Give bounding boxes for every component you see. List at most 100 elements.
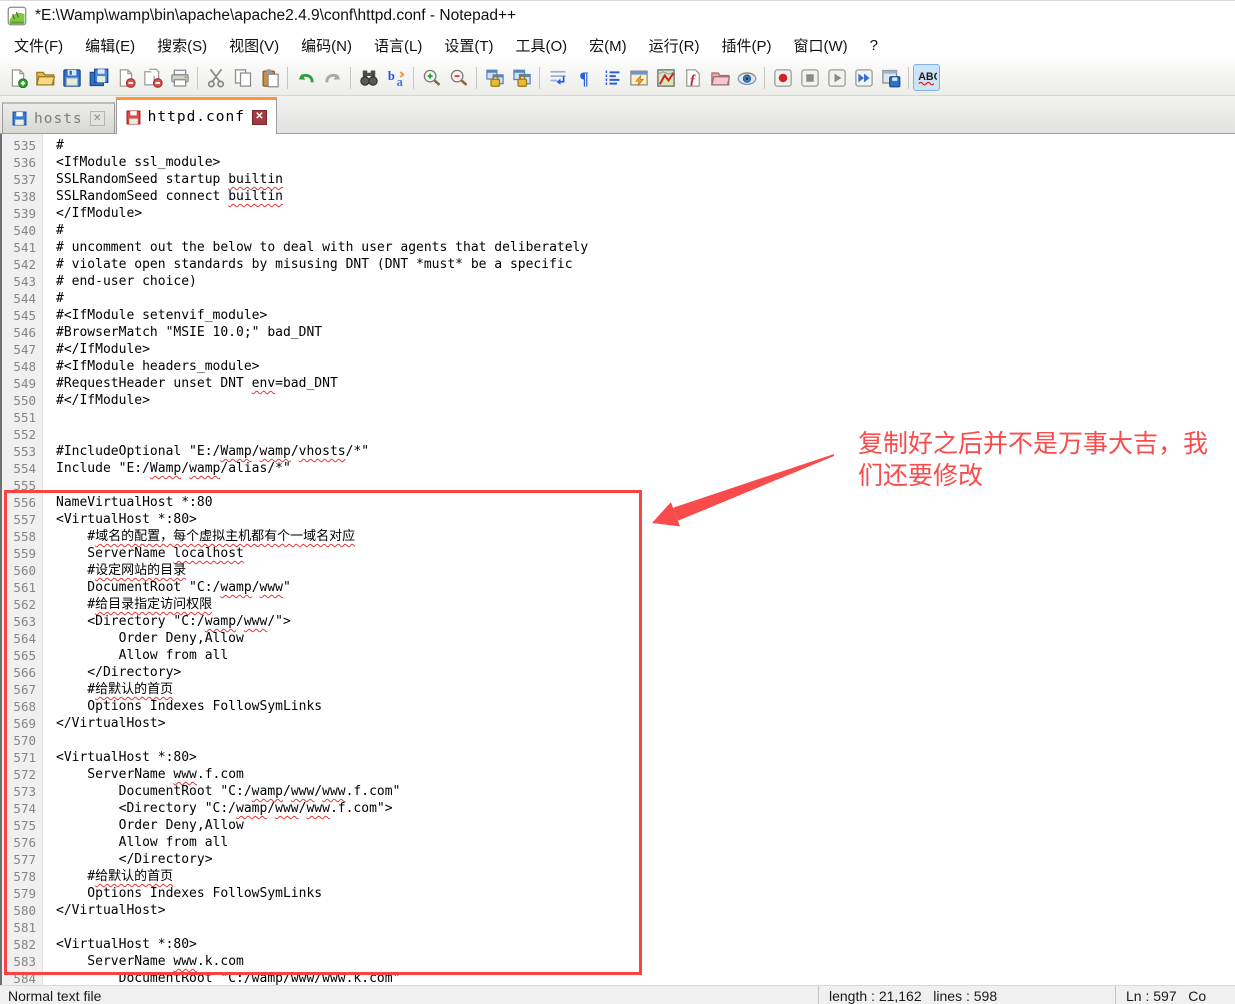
paste-button[interactable] [257, 65, 282, 90]
undo-button[interactable] [293, 65, 318, 90]
macro-run-multiple-button[interactable] [851, 65, 876, 90]
svg-text:ABC: ABC [918, 70, 937, 82]
tab-close-icon[interactable]: ✕ [251, 109, 267, 125]
menu-item[interactable]: 语言(L) [363, 31, 433, 60]
folder-as-workspace-icon [710, 71, 730, 85]
show-all-characters-button[interactable]: ¶ [572, 65, 597, 90]
tab-bar: hosts ✕ httpd.conf ✕ [0, 96, 1235, 134]
toolbar-separator [197, 66, 198, 89]
redo-button[interactable] [320, 65, 345, 90]
code-line: SSLRandomSeed connect builtin [56, 189, 283, 204]
line-number: 556 [13, 495, 36, 510]
toolbar-group [770, 65, 903, 90]
save-all-button[interactable] [86, 65, 111, 90]
line-number: 579 [13, 886, 36, 901]
close-button[interactable] [113, 65, 138, 90]
sync-vertical-scroll-button[interactable] [482, 65, 507, 90]
new-file-button[interactable] [5, 65, 30, 90]
replace-button[interactable]: ba [383, 65, 408, 90]
sync-vertical-scroll-icon [485, 69, 504, 87]
document-map-button[interactable] [653, 65, 678, 90]
menu-item[interactable]: 文件(F) [3, 31, 74, 60]
indent-guide-button[interactable] [599, 65, 624, 90]
macro-play-button[interactable] [824, 65, 849, 90]
menu-item[interactable]: 视图(V) [218, 31, 290, 60]
code-line: #给默认的首页 [56, 682, 174, 697]
zoom-in-icon [423, 69, 440, 86]
zoom-out-button[interactable] [446, 65, 471, 90]
line-number: 566 [13, 665, 36, 680]
toolbar-group: ba [356, 65, 408, 90]
code-line: ServerName localhost [56, 546, 244, 561]
macro-save-button[interactable] [878, 65, 903, 90]
line-number: 550 [13, 393, 36, 408]
title-bar[interactable]: *E:\Wamp\wamp\bin\apache\apache2.4.9\con… [0, 0, 1235, 30]
line-number: 543 [13, 274, 36, 289]
code-line: DocumentRoot "C:/wamp/www/www.k.com" [56, 971, 401, 985]
code-line: </VirtualHost> [56, 903, 166, 918]
document-monitoring-icon [737, 71, 756, 85]
macro-record-icon [773, 68, 792, 87]
code-line: # [56, 138, 64, 153]
code-line: #</IfModule> [56, 342, 150, 357]
editor-pane[interactable]: 535 536 537 538 539 540 541 542 543 544 545 546 547 5… [0, 134, 1235, 985]
menu-item[interactable]: 运行(R) [638, 31, 711, 60]
zoom-out-icon [450, 69, 467, 86]
menu-item[interactable]: 工具(O) [504, 31, 578, 60]
cut-icon [207, 68, 224, 88]
word-wrap-button[interactable] [545, 65, 570, 90]
code-line: <VirtualHost *:80> [56, 937, 197, 952]
code-area[interactable]: # <IfModule ssl_module> SSLRandomSeed star… [43, 134, 1235, 985]
menu-item[interactable]: 宏(M) [578, 31, 638, 60]
toolbar-separator [413, 66, 414, 89]
line-number: 551 [13, 410, 36, 425]
zoom-in-button[interactable] [419, 65, 444, 90]
close-all-button[interactable] [140, 65, 165, 90]
line-number: 554 [13, 461, 36, 476]
tab-httpd.conf[interactable]: httpd.conf ✕ [115, 97, 277, 134]
folder-as-workspace-button[interactable] [707, 65, 732, 90]
save-button[interactable] [59, 65, 84, 90]
spell-check-button[interactable]: ABC [913, 64, 940, 91]
line-number: 560 [13, 563, 36, 578]
line-number: 557 [13, 512, 36, 527]
macro-record-button[interactable] [770, 65, 795, 90]
menu-item[interactable]: 窗口(W) [782, 31, 858, 60]
line-number: 549 [13, 376, 36, 391]
user-defined-dialog-button[interactable] [626, 65, 651, 90]
code-line: # violate open standards by misusing DNT… [56, 257, 573, 272]
tab-close-icon[interactable]: ✕ [89, 111, 105, 126]
sync-horizontal-scroll-button[interactable] [509, 65, 534, 90]
menu-item[interactable]: 编码(N) [290, 31, 363, 60]
status-bar: Normal text file length : 21,162 lines :… [0, 985, 1235, 1004]
code-line: #</IfModule> [56, 393, 150, 408]
menu-item[interactable]: 设置(T) [433, 31, 504, 60]
document-monitoring-button[interactable] [734, 65, 759, 90]
tab-label: httpd.conf [147, 109, 245, 125]
function-list-button[interactable]: ƒ [680, 65, 705, 90]
menu-item[interactable]: 搜索(S) [146, 31, 218, 60]
menu-item[interactable]: ? [859, 33, 889, 58]
indent-guide-icon [605, 70, 619, 85]
find-button[interactable] [356, 65, 381, 90]
line-number: 571 [13, 750, 36, 765]
print-icon [170, 69, 189, 87]
cut-button[interactable] [203, 65, 228, 90]
line-number: 552 [13, 427, 36, 442]
macro-stop-button[interactable] [797, 65, 822, 90]
code-line: </Directory> [56, 665, 182, 680]
toolbar-group [203, 65, 282, 90]
tab-hosts[interactable]: hosts ✕ [2, 102, 115, 133]
menu-item[interactable]: 编辑(E) [74, 31, 146, 60]
menu-item[interactable]: 插件(P) [710, 31, 782, 60]
line-number: 564 [13, 631, 36, 646]
code-line: </IfModule> [56, 206, 143, 221]
code-line: #<IfModule headers_module> [56, 359, 260, 374]
copy-button[interactable] [230, 65, 255, 90]
open-file-button[interactable] [32, 65, 57, 90]
print-button[interactable] [167, 65, 192, 90]
line-number: 563 [13, 614, 36, 629]
save-all-icon [89, 68, 108, 86]
line-number: 539 [13, 206, 36, 221]
